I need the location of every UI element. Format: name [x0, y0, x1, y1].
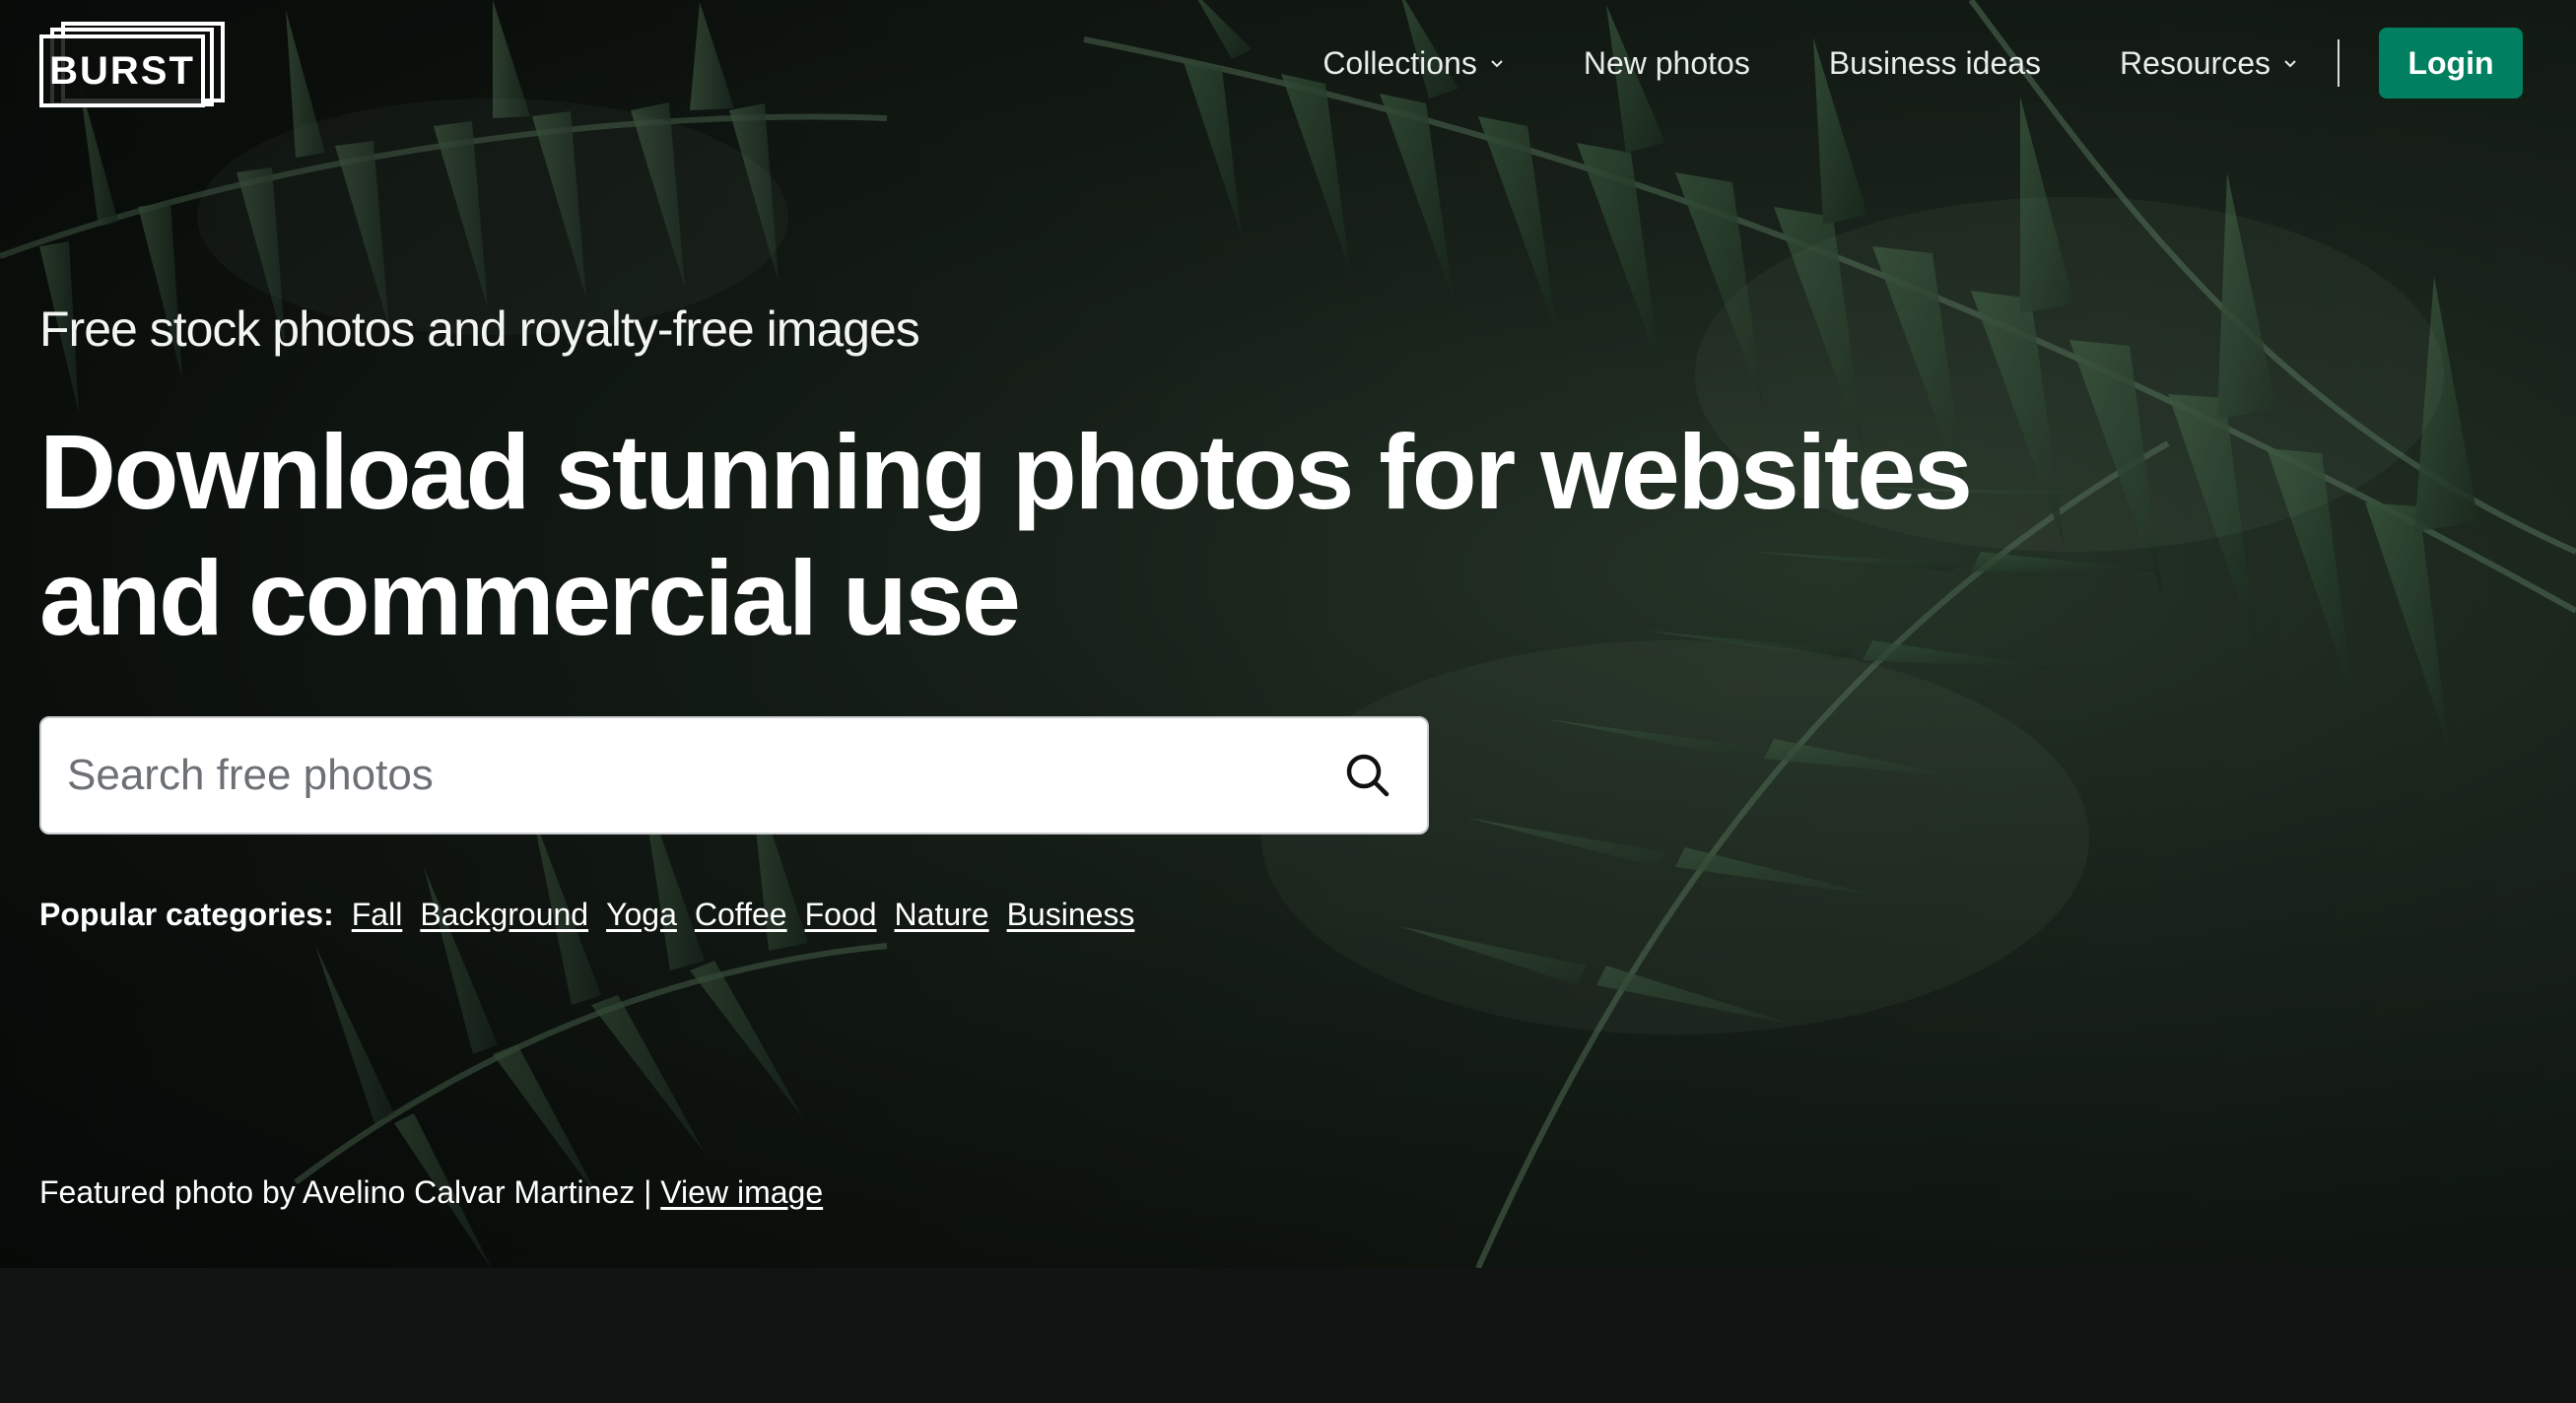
nav-item-label: Collections	[1322, 44, 1477, 81]
photo-credit-text: Featured photo by Avelino Calvar Martine…	[39, 1174, 661, 1210]
login-button[interactable]: Login	[2379, 28, 2523, 99]
photo-credit: Featured photo by Avelino Calvar Martine…	[39, 1174, 823, 1211]
popular-categories: Popular categories: Fall Background Yoga…	[39, 897, 1152, 933]
nav-item-label: Business ideas	[1828, 44, 2042, 81]
page-bottom-band	[0, 1268, 2576, 1403]
logo-text: BURST	[49, 48, 195, 93]
search-icon	[1346, 754, 1390, 797]
nav-item-new-photos[interactable]: New photos	[1584, 45, 1750, 82]
nav-item-collections[interactable]: Collections	[1322, 45, 1505, 82]
category-link-nature[interactable]: Nature	[895, 897, 989, 933]
hero-section: BURST Collections New photos Business id…	[0, 0, 2576, 1268]
nav-divider	[2338, 39, 2339, 87]
search-button[interactable]	[1309, 718, 1427, 833]
category-link-food[interactable]: Food	[805, 897, 877, 933]
category-link-business[interactable]: Business	[1007, 897, 1135, 933]
nav-item-label: Resources	[2120, 44, 2271, 81]
burst-logo[interactable]: BURST	[39, 22, 225, 107]
chevron-down-icon	[2284, 60, 2296, 68]
nav-item-resources[interactable]: Resources	[2120, 45, 2298, 82]
main-nav: Collections New photos Business ideas Re…	[1322, 28, 2576, 99]
popular-categories-label: Popular categories:	[39, 897, 334, 932]
category-link-fall[interactable]: Fall	[352, 897, 403, 933]
category-link-background[interactable]: Background	[420, 897, 588, 933]
hero-headline: Download stunning photos for websites an…	[39, 412, 1973, 657]
category-link-coffee[interactable]: Coffee	[695, 897, 787, 933]
search-input[interactable]	[41, 718, 1309, 833]
chevron-down-icon	[1491, 60, 1503, 68]
view-image-link[interactable]: View image	[660, 1174, 823, 1210]
category-link-yoga[interactable]: Yoga	[606, 897, 677, 933]
nav-item-business-ideas[interactable]: Business ideas	[1829, 45, 2041, 82]
nav-item-label: New photos	[1583, 44, 1750, 81]
hero-subtitle: Free stock photos and royalty-free image…	[39, 301, 920, 357]
search-bar	[39, 716, 1429, 835]
